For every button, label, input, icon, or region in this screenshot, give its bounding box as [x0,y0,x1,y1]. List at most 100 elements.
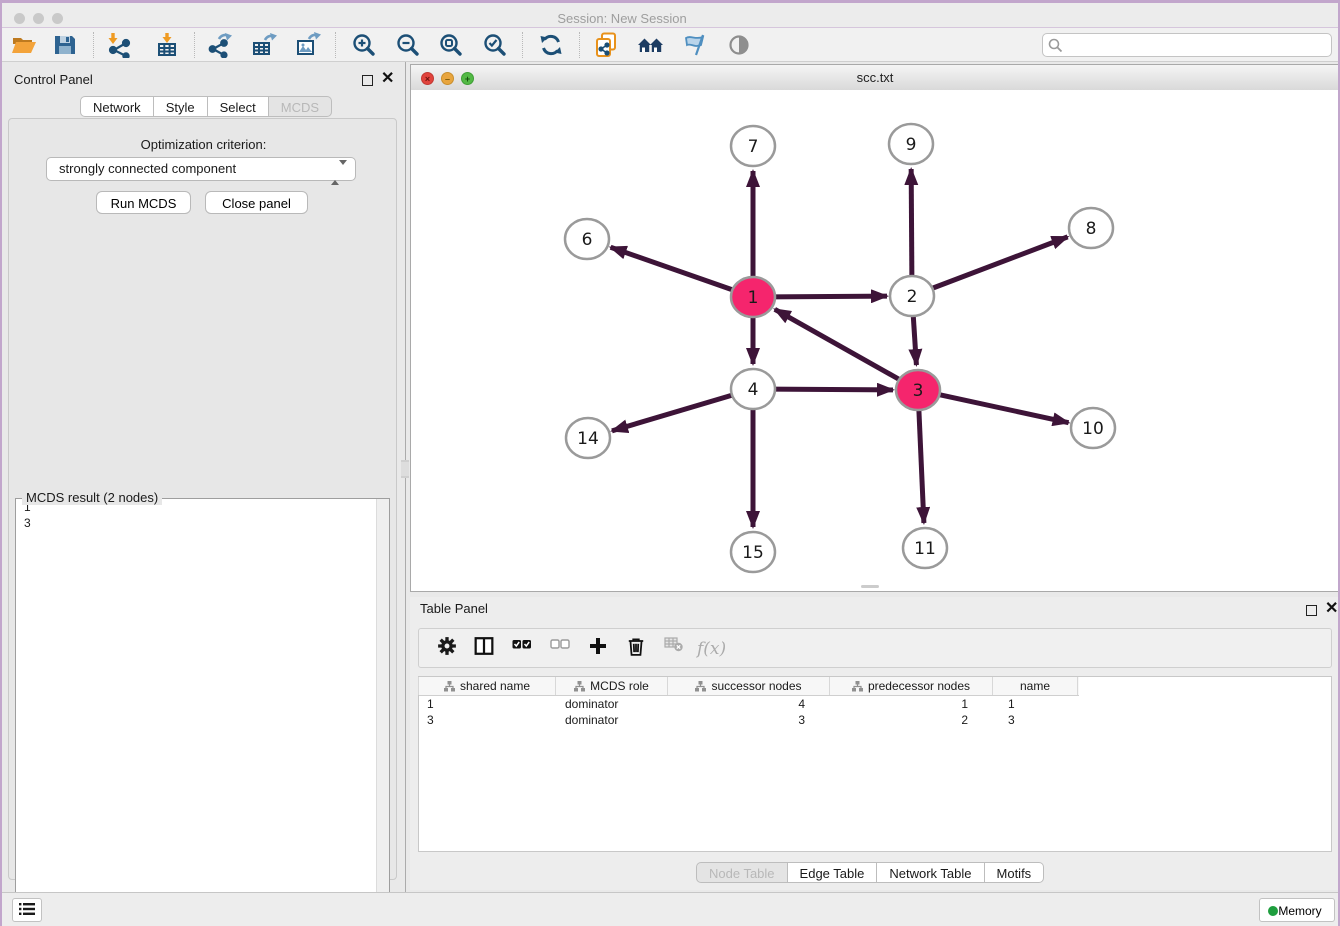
export-image-button[interactable] [291,30,325,60]
destroy-table-button[interactable] [661,636,687,662]
clone-network-button[interactable] [589,30,623,60]
node-15[interactable]: 15 [731,532,775,572]
minimize-window-icon[interactable] [33,13,44,24]
edge-3-1[interactable] [775,309,902,380]
node-4[interactable]: 4 [731,369,775,409]
unselect-all-button[interactable] [547,636,573,662]
tab-style[interactable]: Style [154,96,208,117]
create-column-button[interactable] [585,636,611,662]
close-icon: ✕ [381,70,394,87]
tab-edge-table[interactable]: Edge Table [788,862,878,883]
refresh-button[interactable] [534,30,568,60]
zoom-selected-icon [482,32,508,58]
first-neighbors-button[interactable] [634,30,668,60]
scrollbar-track[interactable] [376,499,389,926]
criterion-dropdown[interactable]: strongly connected component [46,157,356,181]
show-columns-button[interactable] [471,636,497,662]
node-14[interactable]: 14 [566,418,610,458]
table-cell[interactable]: dominator [557,712,669,728]
edge-4-3[interactable] [772,389,893,390]
edge-2-9[interactable] [911,169,912,277]
network-canvas[interactable]: 7 9 6 8 1 2 4 3 14 10 15 11 [411,90,1339,591]
node-3[interactable]: 3 [896,370,940,410]
table-header-row: shared name MCDS role successor nodes pr… [419,677,1079,696]
table-row[interactable]: 3dominator323 [419,712,1331,728]
zoom-selected-button[interactable] [478,30,512,60]
open-session-button[interactable] [7,30,41,60]
edge-1-6[interactable] [611,247,735,290]
import-table-icon [154,32,180,58]
table-cell[interactable]: 3 [669,712,831,728]
tab-network-table[interactable]: Network Table [877,862,984,883]
fit-content-button[interactable] [434,30,468,60]
column-header-name[interactable]: name [993,677,1078,695]
node-1[interactable]: 1 [731,277,775,317]
column-header-mcds-role[interactable]: MCDS role [556,677,668,695]
node-10[interactable]: 10 [1071,408,1115,448]
save-session-button[interactable] [48,30,82,60]
birds-eye-view-icon [726,32,752,58]
title-bar[interactable]: Session: New Session [2,3,1340,27]
tab-select[interactable]: Select [208,96,269,117]
node-7[interactable]: 7 [731,126,775,166]
edge-1-2[interactable] [772,296,887,297]
select-all-button[interactable] [509,636,535,662]
edge-2-3[interactable] [913,315,916,365]
table-cell[interactable]: 2 [831,712,994,728]
maximize-window-icon[interactable] [52,13,63,24]
mcds-result-line: 3 [16,515,389,531]
table-options-button[interactable] [434,636,460,662]
divider-grip[interactable] [401,460,409,478]
table-cell[interactable]: dominator [557,696,669,712]
tab-motifs[interactable]: Motifs [985,862,1045,883]
search-field[interactable] [1042,33,1332,57]
edge-3-11[interactable] [919,409,924,523]
node-11[interactable]: 11 [903,528,947,568]
panel-menu-button[interactable] [12,898,42,922]
import-table-button[interactable] [150,30,184,60]
edge-3-10[interactable] [937,394,1069,423]
import-network-button[interactable] [102,30,136,60]
close-panel-button[interactable]: ✕ [1325,601,1338,616]
memory-button[interactable]: Memory [1259,898,1335,922]
function-builder-button[interactable]: f(x) [697,636,723,662]
search-input[interactable] [1067,35,1329,57]
close-panel-action-button[interactable]: Close panel [205,191,308,214]
node-2[interactable]: 2 [890,276,934,316]
tab-network[interactable]: Network [80,96,154,117]
run-mcds-button[interactable]: Run MCDS [96,191,191,214]
network-window-titlebar[interactable]: ×–+ scc.txt [411,65,1339,91]
table-cell[interactable]: 3 [994,712,1079,728]
column-header-shared-name[interactable]: shared name [418,677,556,695]
window-controls[interactable] [14,12,71,27]
zoom-out-button[interactable] [391,30,425,60]
float-panel-button[interactable] [362,74,373,89]
export-table-button[interactable] [247,30,281,60]
node-8[interactable]: 8 [1069,208,1113,248]
float-panel-button[interactable] [1306,604,1317,619]
show-graphics-details-button[interactable] [678,30,712,60]
tab-mcds[interactable]: MCDS [269,96,332,117]
tab-node-table[interactable]: Node Table [696,862,788,883]
edge-4-14[interactable] [612,394,735,430]
close-panel-button[interactable]: ✕ [381,71,394,86]
split-grip[interactable] [861,585,879,588]
table-cell[interactable]: 1 [994,696,1079,712]
birds-eye-view-button[interactable] [722,30,756,60]
window-title: Session: New Session [472,11,772,26]
edge-2-8[interactable] [930,237,1068,289]
table-cell[interactable]: 1 [831,696,994,712]
export-network-button[interactable] [203,30,237,60]
close-window-icon[interactable] [14,13,25,24]
delete-column-button[interactable] [623,636,649,662]
column-header-predecessor-nodes[interactable]: predecessor nodes [830,677,993,695]
node-9[interactable]: 9 [889,124,933,164]
table-cell[interactable]: 1 [419,696,557,712]
table-cell[interactable]: 3 [419,712,557,728]
zoom-in-button[interactable] [347,30,381,60]
table-row[interactable]: 1dominator411 [419,696,1331,712]
node-6[interactable]: 6 [565,219,609,259]
checked-boxes-icon [512,636,532,652]
column-header-successor-nodes[interactable]: successor nodes [668,677,830,695]
table-cell[interactable]: 4 [669,696,831,712]
